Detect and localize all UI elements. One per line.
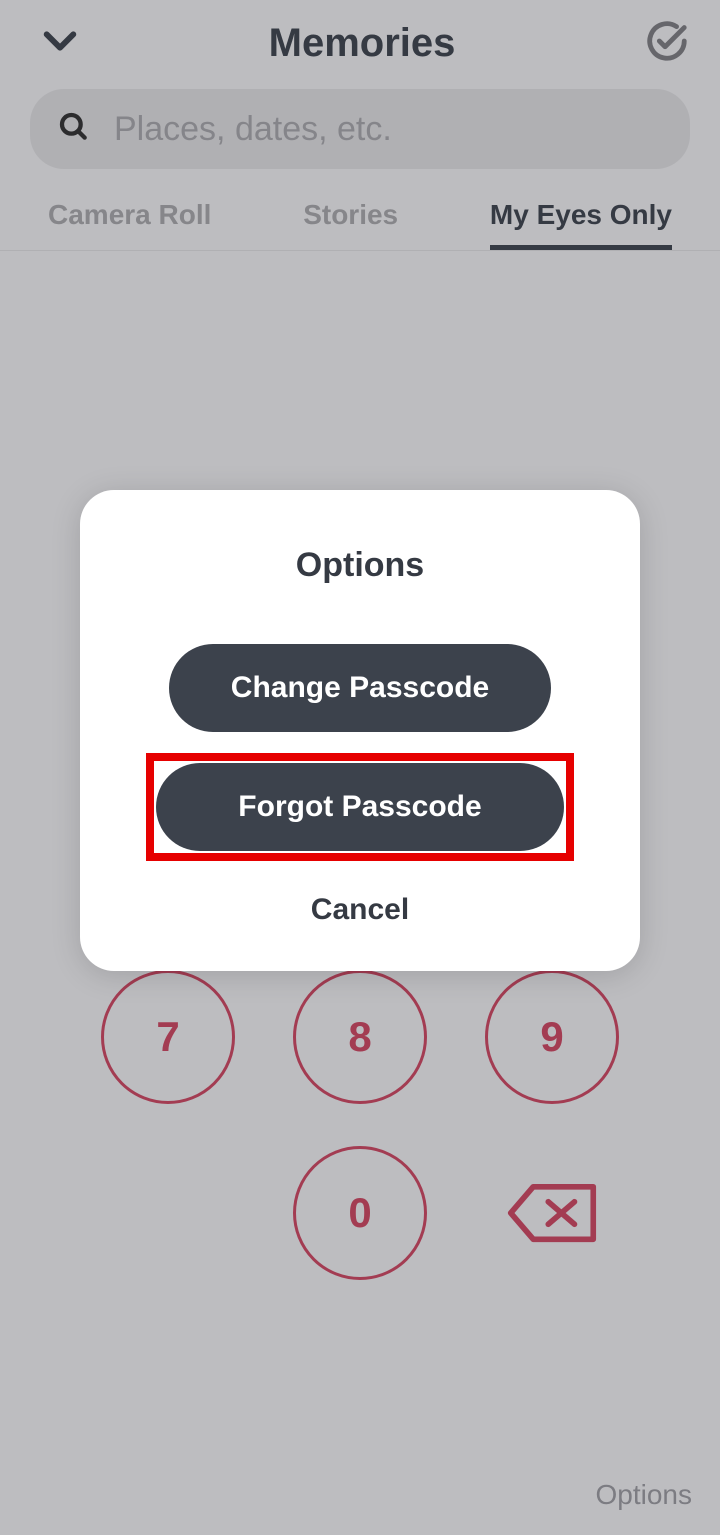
keypad-9[interactable]: 9 — [485, 970, 619, 1104]
chevron-down-icon[interactable] — [40, 21, 80, 66]
forgot-passcode-button[interactable]: Forgot Passcode — [156, 763, 564, 851]
select-check-icon[interactable] — [644, 18, 690, 69]
keypad-backspace[interactable] — [485, 1146, 619, 1280]
keypad-7[interactable]: 7 — [101, 970, 235, 1104]
search-icon — [58, 111, 90, 148]
options-modal: Options Change Passcode Forgot Passcode … — [80, 490, 640, 971]
tabs: Camera Roll Stories My Eyes Only — [0, 187, 720, 251]
search-placeholder: Places, dates, etc. — [114, 110, 392, 149]
change-passcode-button[interactable]: Change Passcode — [169, 644, 551, 732]
keypad-0[interactable]: 0 — [293, 1146, 427, 1280]
search-input[interactable]: Places, dates, etc. — [30, 89, 690, 169]
tab-camera-roll[interactable]: Camera Roll — [48, 187, 211, 250]
forgot-passcode-highlight: Forgot Passcode — [146, 753, 574, 861]
keypad-spacer — [101, 1146, 235, 1280]
page-title: Memories — [80, 21, 644, 66]
header: Memories — [0, 0, 720, 89]
cancel-button[interactable]: Cancel — [311, 893, 409, 927]
change-passcode-wrap: Change Passcode — [160, 635, 560, 741]
keypad-8[interactable]: 8 — [293, 970, 427, 1104]
modal-title: Options — [296, 546, 424, 585]
tab-stories[interactable]: Stories — [303, 187, 398, 250]
tab-my-eyes-only[interactable]: My Eyes Only — [490, 187, 672, 250]
options-link[interactable]: Options — [596, 1479, 693, 1511]
passcode-keypad: 7 8 9 0 — [0, 970, 720, 1280]
